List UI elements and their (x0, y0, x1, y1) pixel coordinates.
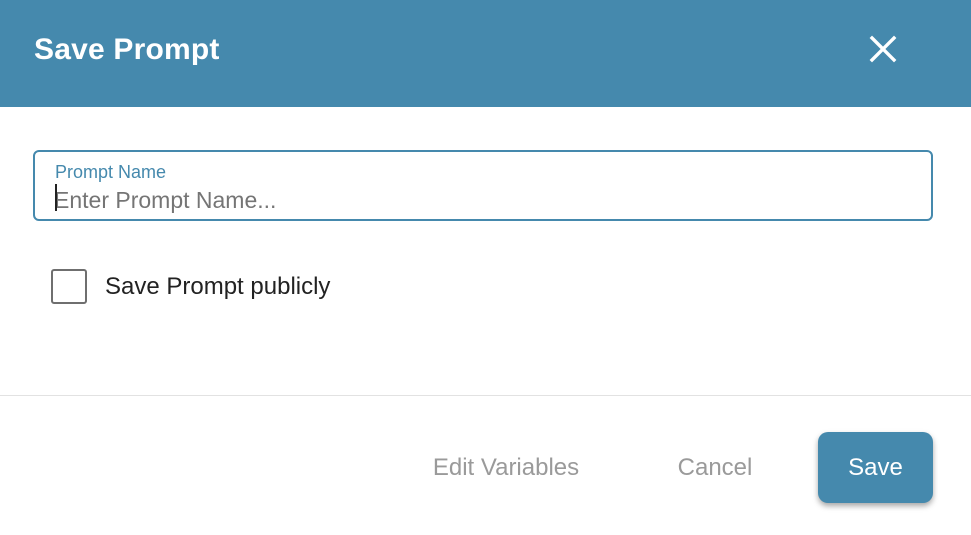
dialog-title: Save Prompt (34, 32, 220, 66)
cancel-button[interactable]: Cancel (676, 444, 754, 492)
dialog-header: Save Prompt (0, 0, 971, 107)
prompt-name-input[interactable] (54, 184, 914, 216)
close-button[interactable] (862, 28, 904, 70)
footer-divider (0, 395, 971, 396)
text-caret (55, 184, 57, 211)
close-icon (869, 35, 897, 63)
save-publicly-label: Save Prompt publicly (105, 272, 331, 300)
save-publicly-checkbox[interactable] (51, 269, 87, 304)
prompt-name-label: Prompt Name (55, 162, 167, 182)
save-button[interactable]: Save (818, 432, 933, 503)
edit-variables-button[interactable]: Edit Variables (428, 444, 584, 492)
save-publicly-option[interactable]: Save Prompt publicly (51, 269, 330, 304)
prompt-name-field: Prompt Name (33, 150, 933, 221)
save-prompt-dialog: Save Prompt Prompt Name Save Prompt publ… (0, 0, 971, 535)
